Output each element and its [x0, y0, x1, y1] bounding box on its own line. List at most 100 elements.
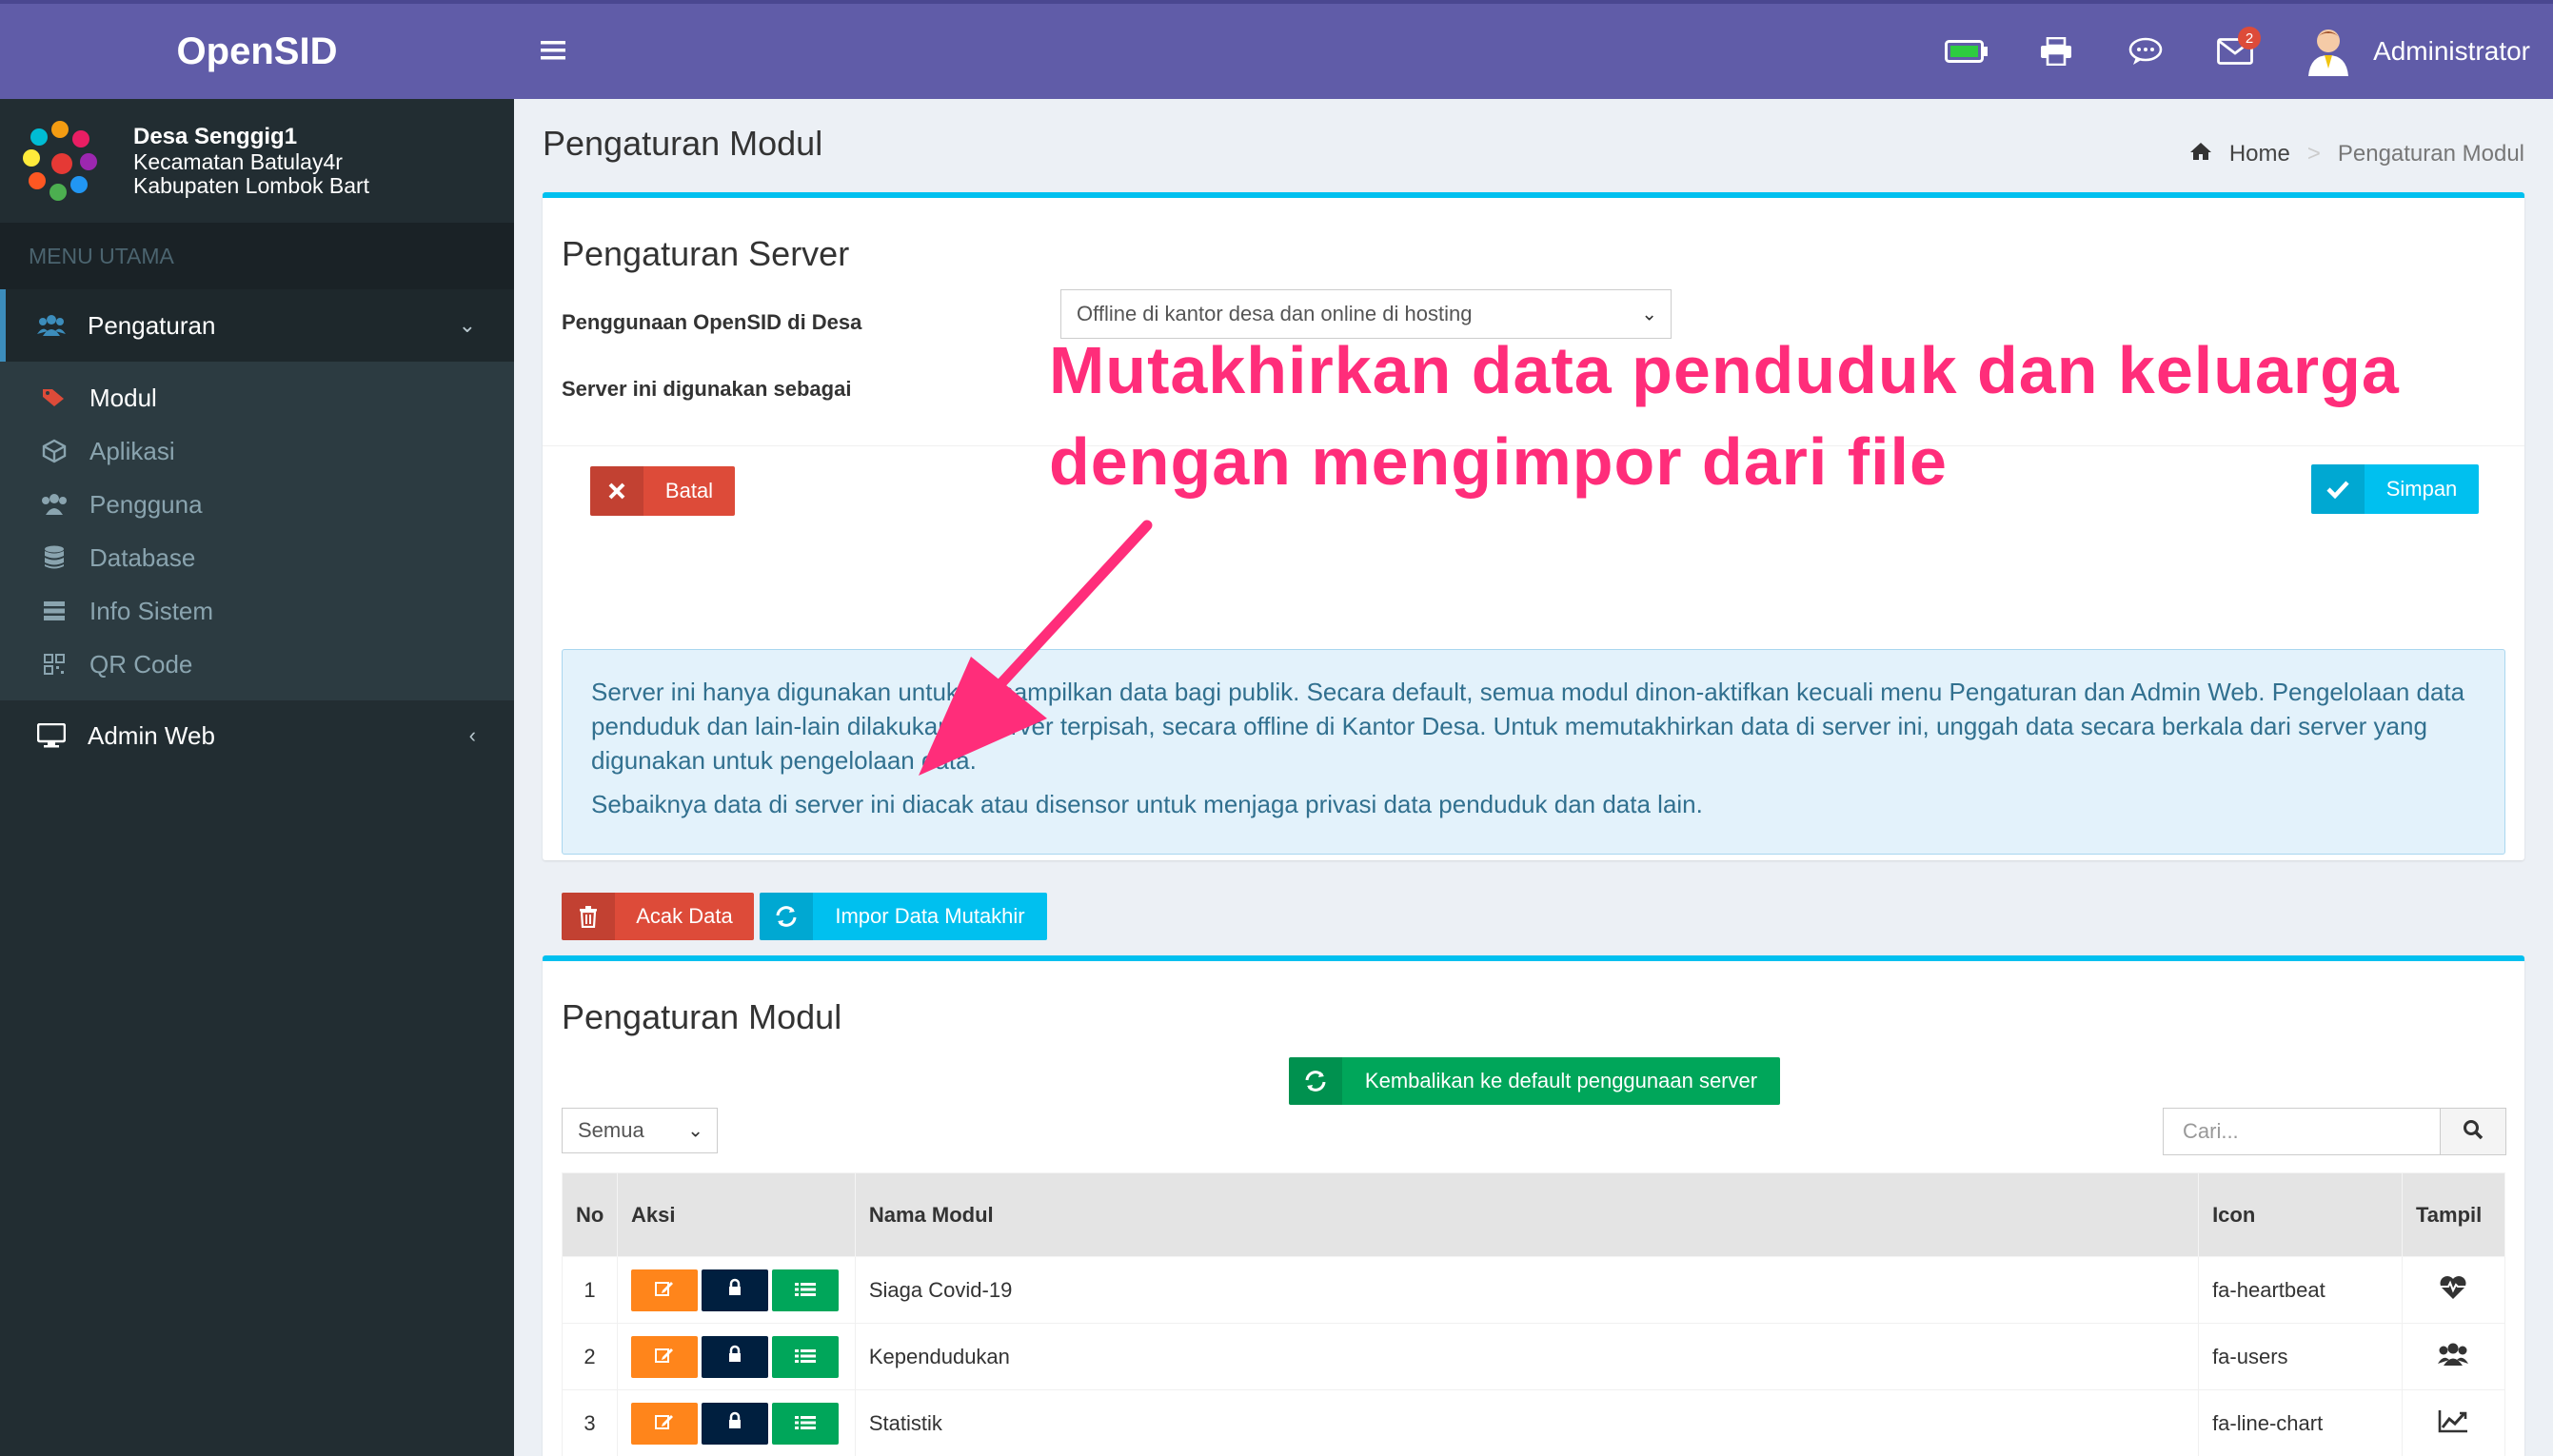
annotation-line-2: dengan mengimpor dari file: [1049, 424, 1948, 499]
col-icon: Icon: [2198, 1172, 2403, 1257]
search-icon: [2463, 1119, 2484, 1145]
user-menu[interactable]: Administrator: [2306, 27, 2530, 76]
row-icon: fa-line-chart: [2198, 1389, 2403, 1456]
server-settings-box: Pengaturan Server Penggunaan OpenSID di …: [543, 192, 2524, 940]
cancel-button[interactable]: Batal: [590, 466, 735, 516]
breadcrumb-home[interactable]: Home: [2229, 141, 2290, 167]
sidebar-item-pengaturan[interactable]: Pengaturan ⌄: [0, 289, 514, 362]
modul-settings-box: Pengaturan Modul Kembalikan ke default p…: [543, 955, 2524, 1456]
server-settings-title: Pengaturan Server: [562, 234, 850, 273]
annotation-line-1: Mutakhirkan data penduduk dan keluarga: [1049, 333, 2400, 407]
row-no: 2: [562, 1323, 618, 1390]
users-icon: [32, 313, 70, 338]
row-no: 3: [562, 1389, 618, 1456]
search-input[interactable]: Cari...: [2163, 1108, 2441, 1155]
refresh-icon: [760, 893, 813, 940]
print-icon[interactable]: [2011, 37, 2101, 66]
chevron-down-icon: ⌄: [458, 313, 476, 337]
lock-button[interactable]: [701, 1269, 768, 1311]
app-logo[interactable]: OpenSID: [0, 0, 514, 99]
edit-button[interactable]: [630, 1335, 698, 1378]
menu-toggle-icon[interactable]: [541, 36, 565, 69]
line-chart-icon: [2438, 1409, 2468, 1438]
list-icon: [794, 1345, 816, 1369]
users-icon: [38, 493, 70, 516]
sidebar-item-qr-code[interactable]: QR Code: [0, 638, 514, 691]
usage-label: Penggunaan OpenSID di Desa: [562, 310, 862, 334]
save-label: Simpan: [2385, 477, 2458, 501]
lock-button[interactable]: [701, 1335, 768, 1378]
village-regency: Kabupaten Lombok Bart: [133, 173, 370, 198]
village-logo-icon: [23, 117, 101, 205]
chevron-down-icon: ⌄: [1641, 304, 1657, 325]
row-nama: Siaga Covid-19: [854, 1256, 2200, 1324]
row-tampil: [2401, 1389, 2506, 1456]
table-header-row: No Aksi Nama Modul Icon Tampil: [562, 1172, 2506, 1257]
col-tampil: Tampil: [2401, 1172, 2506, 1257]
filter-select-value: Semua: [578, 1118, 644, 1142]
server-icon: [38, 600, 70, 622]
impor-data-button[interactable]: Impor Data Mutakhir: [760, 893, 1047, 940]
table-row: 3 Statistik fa-line-chart: [562, 1389, 2506, 1456]
col-aksi: Aksi: [616, 1172, 856, 1257]
row-tampil: [2401, 1323, 2506, 1390]
sidebar-item-info-sistem[interactable]: Info Sistem: [0, 584, 514, 638]
row-no: 1: [562, 1256, 618, 1324]
row-actions: [616, 1389, 856, 1456]
row-nama: Statistik: [854, 1389, 2200, 1456]
sidebar-item-label: Aplikasi: [89, 436, 175, 465]
annotation-arrow-icon: [919, 520, 1153, 776]
edit-button[interactable]: [630, 1402, 698, 1445]
comments-icon[interactable]: [2101, 37, 2190, 66]
battery-icon[interactable]: [1922, 40, 2011, 63]
chevron-down-icon: ⌄: [687, 1120, 703, 1142]
search-button[interactable]: [2440, 1108, 2506, 1155]
sidebar-item-modul[interactable]: Modul: [0, 371, 514, 424]
avatar: [2306, 27, 2350, 76]
submenu-pengaturan: Modul Aplikasi Pengguna Database Info Si…: [0, 362, 514, 700]
table-row: 2 Kependudukan fa-users: [562, 1323, 2506, 1390]
sidebar-item-label: Pengaturan: [88, 310, 216, 340]
mail-badge: 2: [2238, 27, 2262, 49]
sidebar-item-label: Admin Web: [88, 720, 215, 750]
filter-select[interactable]: Semua ⌄: [562, 1108, 718, 1153]
lock-button[interactable]: [701, 1402, 768, 1445]
row-actions: [616, 1323, 856, 1390]
row-tampil: [2401, 1256, 2506, 1324]
sidebar-item-label: Modul: [89, 383, 157, 412]
acak-data-button[interactable]: Acak Data: [562, 893, 754, 940]
list-icon: [794, 1411, 816, 1436]
app-logo-text: OpenSID: [176, 30, 338, 72]
table-row: 1 Siaga Covid-19 fa-heartbeat: [562, 1256, 2506, 1324]
list-button[interactable]: [771, 1402, 839, 1445]
edit-icon: [654, 1411, 674, 1436]
user-name: Administrator: [2373, 36, 2530, 66]
sidebar-item-label: Pengguna: [89, 489, 203, 519]
info-callout: Server ini hanya digunakan untuk menampi…: [562, 649, 2505, 855]
cube-icon: [38, 439, 70, 463]
village-name: Desa Senggig1: [133, 124, 298, 149]
row-nama: Kependudukan: [854, 1323, 2200, 1390]
impor-data-label: Impor Data Mutakhir: [835, 904, 1025, 928]
check-icon: [2311, 464, 2365, 514]
refresh-icon: [1289, 1057, 1342, 1105]
reset-default-button[interactable]: Kembalikan ke default penggunaan server: [1289, 1057, 1780, 1105]
sidebar-item-pengguna[interactable]: Pengguna: [0, 478, 514, 531]
sidebar-item-admin-web[interactable]: Admin Web ‹: [0, 700, 514, 771]
list-icon: [794, 1278, 816, 1303]
breadcrumb: Home > Pengaturan Modul: [2189, 141, 2524, 167]
modul-table: No Aksi Nama Modul Icon Tampil 1 Siaga C…: [562, 1172, 2506, 1456]
close-icon: [590, 466, 643, 516]
list-button[interactable]: [771, 1335, 839, 1378]
row-icon: fa-users: [2198, 1323, 2403, 1390]
list-button[interactable]: [771, 1269, 839, 1311]
edit-button[interactable]: [630, 1269, 698, 1311]
breadcrumb-separator: >: [2306, 141, 2321, 167]
trash-icon: [562, 893, 615, 940]
home-icon: [2189, 141, 2212, 167]
sidebar-item-database[interactable]: Database: [0, 531, 514, 584]
save-button[interactable]: Simpan: [2311, 464, 2479, 514]
lock-icon: [727, 1411, 742, 1436]
envelope-icon[interactable]: 2: [2190, 27, 2280, 65]
sidebar-item-aplikasi[interactable]: Aplikasi: [0, 424, 514, 478]
